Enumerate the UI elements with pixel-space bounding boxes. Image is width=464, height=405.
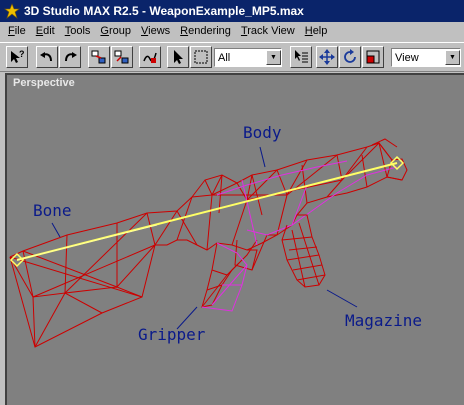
menu-tools[interactable]: Tools — [60, 22, 96, 41]
help-pointer-button[interactable]: ? — [6, 46, 28, 68]
scale-icon — [366, 50, 380, 64]
selection-region-button[interactable] — [190, 46, 212, 68]
undo-button[interactable] — [36, 46, 58, 68]
weapon-wireframe — [9, 138, 408, 348]
help-pointer-icon: ? — [11, 49, 25, 63]
selection-filter-dropdown[interactable]: All ▼ — [214, 48, 282, 67]
coord-system-value: View — [395, 51, 419, 64]
menu-bar: File Edit Tools Group Views Rendering Tr… — [0, 22, 464, 41]
chevron-down-icon[interactable]: ▼ — [266, 50, 281, 65]
window-title: 3D Studio MAX R2.5 - WeaponExample_MP5.m… — [24, 4, 304, 18]
svg-text:?: ? — [19, 49, 25, 59]
menu-rendering[interactable]: Rendering — [175, 22, 236, 41]
menu-track-view[interactable]: Track View — [236, 22, 300, 41]
select-and-scale-button[interactable] — [362, 46, 384, 68]
move-icon — [319, 49, 335, 65]
select-by-name-button[interactable] — [290, 46, 312, 68]
bind-space-warp-icon — [143, 52, 157, 63]
unlink-selection-button[interactable] — [111, 46, 133, 68]
select-region-icon — [194, 50, 208, 64]
bone-annotation: Bone — [33, 201, 72, 220]
selection-filter-value: All — [218, 51, 231, 64]
select-object-button[interactable] — [167, 46, 189, 68]
menu-file[interactable]: File — [3, 22, 31, 41]
body-annotation: Body — [243, 123, 282, 142]
select-and-move-button[interactable] — [316, 46, 338, 68]
perspective-viewport[interactable]: Perspective Body Bone Gripper Magazine — [5, 73, 464, 405]
magazine-mesh — [281, 214, 326, 288]
menu-help[interactable]: Help — [300, 22, 333, 41]
gripper-trigger-mesh — [201, 160, 398, 312]
link-icon — [91, 50, 106, 64]
undo-icon — [40, 52, 52, 62]
select-arrow-icon — [174, 50, 183, 64]
unlink-icon — [114, 50, 129, 64]
select-by-name-icon — [295, 50, 308, 63]
menu-views[interactable]: Views — [136, 22, 175, 41]
select-and-link-button[interactable] — [88, 46, 110, 68]
redo-icon — [65, 52, 77, 62]
reference-coordinate-dropdown[interactable]: View ▼ — [391, 48, 461, 67]
gripper-annotation: Gripper — [138, 325, 206, 344]
menu-edit[interactable]: Edit — [31, 22, 60, 41]
magazine-annotation: Magazine — [345, 311, 423, 330]
3dsmax-logo-icon — [4, 3, 20, 19]
bind-to-space-warp-button[interactable] — [139, 46, 161, 68]
annotation-leaders — [51, 146, 358, 330]
body-mesh — [155, 138, 408, 251]
chevron-down-icon[interactable]: ▼ — [445, 50, 460, 65]
select-and-rotate-button[interactable] — [339, 46, 361, 68]
redo-button[interactable] — [59, 46, 81, 68]
menu-group[interactable]: Group — [95, 22, 136, 41]
rotate-icon — [344, 49, 356, 63]
main-toolbar: ? All ▼ View ▼ — [0, 42, 464, 72]
title-bar: 3D Studio MAX R2.5 - WeaponExample_MP5.m… — [0, 0, 464, 22]
